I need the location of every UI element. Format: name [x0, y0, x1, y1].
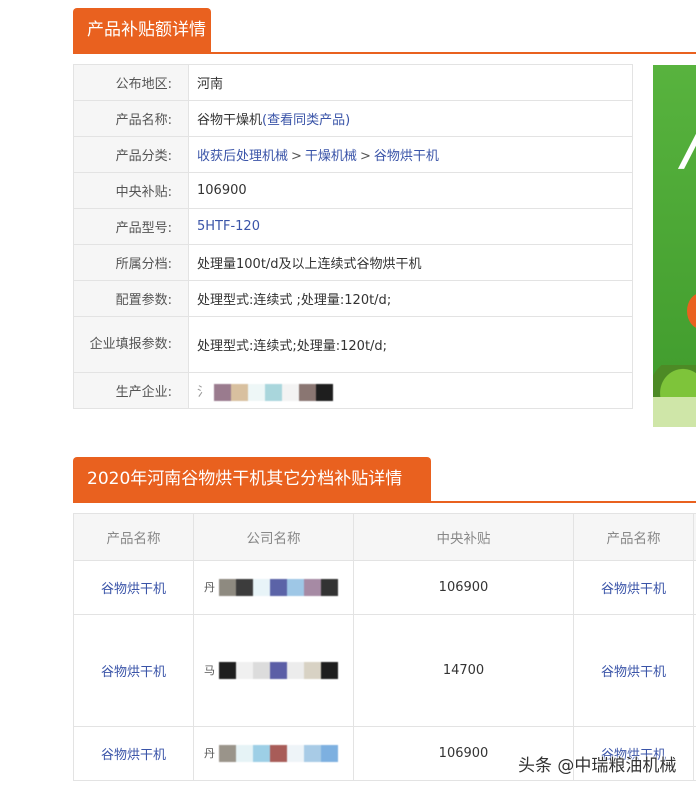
breadcrumb-sep: > — [291, 149, 302, 164]
row-maker: 生产企业: 氵 — [73, 372, 633, 409]
redacted-company-name — [219, 579, 339, 596]
row-config: 配置参数: 处理型式:连续式 ;处理量:120t/d; — [73, 280, 633, 317]
category-link-2[interactable]: 干燥机械 — [305, 149, 357, 164]
section-header-other-tiers: 2020年河南谷物烘干机其它分档补贴详情 — [73, 457, 696, 503]
ad-glyph-shape: ╱ — [681, 93, 696, 163]
section-title: 2020年河南谷物烘干机其它分档补贴详情 — [73, 457, 431, 501]
row-model: 产品型号: 5HTF-120 — [73, 208, 633, 245]
product-name-text: 谷物干燥机 — [197, 113, 263, 128]
label-subsidy: 中央补贴: — [73, 172, 189, 209]
section-title: 产品补贴额详情 — [73, 8, 211, 52]
label-product-name: 产品名称: — [73, 100, 189, 137]
ad-ground — [653, 397, 696, 427]
watermark: 头条 @中瑞粮油机械 — [518, 756, 677, 776]
redacted-company-name — [219, 745, 339, 762]
cell-subsidy: 106900 — [353, 560, 574, 615]
table-row: 谷物烘干机 马 14700 谷物烘干机 — [73, 614, 696, 727]
product-detail-table: 公布地区: 河南 产品名称: 谷物干燥机(查看同类产品) 产品分类: 收获后处理… — [73, 64, 633, 409]
row-product-name: 产品名称: 谷物干燥机(查看同类产品) — [73, 100, 633, 137]
label-model: 产品型号: — [73, 208, 189, 245]
header-product-2: 产品名称 — [573, 513, 694, 561]
label-filed-params: 企业填报参数: — [73, 316, 189, 373]
product-link[interactable]: 谷物烘干机 — [101, 582, 166, 597]
cell-product: 谷物烘干机 — [73, 726, 194, 781]
category-link-1[interactable]: 收获后处理机械 — [197, 149, 288, 164]
side-ad-banner[interactable]: ╱ — [653, 65, 696, 427]
row-filed-params: 企业填报参数: 处理型式:连续式;处理量:120t/d; — [73, 316, 633, 373]
maker-prefix: 氵 — [197, 384, 211, 400]
cell-product-2: 谷物烘干机 — [573, 614, 694, 727]
product-link[interactable]: 谷物烘干机 — [601, 582, 666, 597]
company-prefix: 丹 — [204, 747, 215, 760]
product-link[interactable]: 谷物烘干机 — [101, 748, 166, 763]
value-subsidy: 106900 — [188, 172, 633, 209]
product-link[interactable]: 谷物烘干机 — [601, 665, 666, 680]
cell-company: 马 — [193, 614, 354, 727]
table-header-row: 产品名称 公司名称 中央补贴 产品名称 — [73, 513, 696, 561]
label-region: 公布地区: — [73, 64, 189, 101]
value-region: 河南 — [188, 64, 633, 101]
cell-product: 谷物烘干机 — [73, 614, 194, 727]
view-similar-link[interactable]: (查看同类产品) — [262, 113, 350, 128]
value-tier: 处理量100t/d及以上连续式谷物烘干机 — [188, 244, 633, 281]
value-product-name: 谷物干燥机(查看同类产品) — [188, 100, 633, 137]
section-header-subsidy: 产品补贴额详情 — [73, 8, 696, 54]
label-maker: 生产企业: — [73, 372, 189, 409]
product-link[interactable]: 谷物烘干机 — [101, 665, 166, 680]
value-filed-params: 处理型式:连续式;处理量:120t/d; — [188, 316, 633, 373]
row-subsidy: 中央补贴: 106900 — [73, 172, 633, 209]
cell-product-2: 谷物烘干机 — [573, 560, 694, 615]
value-maker: 氵 — [188, 372, 633, 409]
other-tiers-table: 产品名称 公司名称 中央补贴 产品名称 谷物烘干机 丹 106900 谷物烘干机… — [73, 513, 696, 781]
row-tier: 所属分档: 处理量100t/d及以上连续式谷物烘干机 — [73, 244, 633, 281]
company-prefix: 马 — [204, 664, 215, 677]
cell-product: 谷物烘干机 — [73, 560, 194, 615]
cell-company: 丹 — [193, 726, 354, 781]
cell-subsidy: 14700 — [353, 614, 574, 727]
category-link-3[interactable]: 谷物烘干机 — [374, 149, 439, 164]
model-link[interactable]: 5HTF-120 — [197, 219, 260, 234]
redacted-company-name — [219, 662, 339, 679]
ad-orange-dot — [687, 293, 696, 329]
cell-company: 丹 — [193, 560, 354, 615]
header-product: 产品名称 — [73, 513, 194, 561]
row-region: 公布地区: 河南 — [73, 64, 633, 101]
value-config: 处理型式:连续式 ;处理量:120t/d; — [188, 280, 633, 317]
table-row: 谷物烘干机 丹 106900 谷物烘干机 — [73, 560, 696, 615]
value-model: 5HTF-120 — [188, 208, 633, 245]
company-prefix: 丹 — [204, 581, 215, 594]
label-config: 配置参数: — [73, 280, 189, 317]
value-category: 收获后处理机械 > 干燥机械 > 谷物烘干机 — [188, 136, 633, 173]
breadcrumb-sep: > — [359, 149, 371, 164]
label-category: 产品分类: — [73, 136, 189, 173]
label-tier: 所属分档: — [73, 244, 189, 281]
header-company: 公司名称 — [193, 513, 354, 561]
header-subsidy: 中央补贴 — [353, 513, 574, 561]
redacted-company-name — [214, 383, 334, 401]
row-category: 产品分类: 收获后处理机械 > 干燥机械 > 谷物烘干机 — [73, 136, 633, 173]
